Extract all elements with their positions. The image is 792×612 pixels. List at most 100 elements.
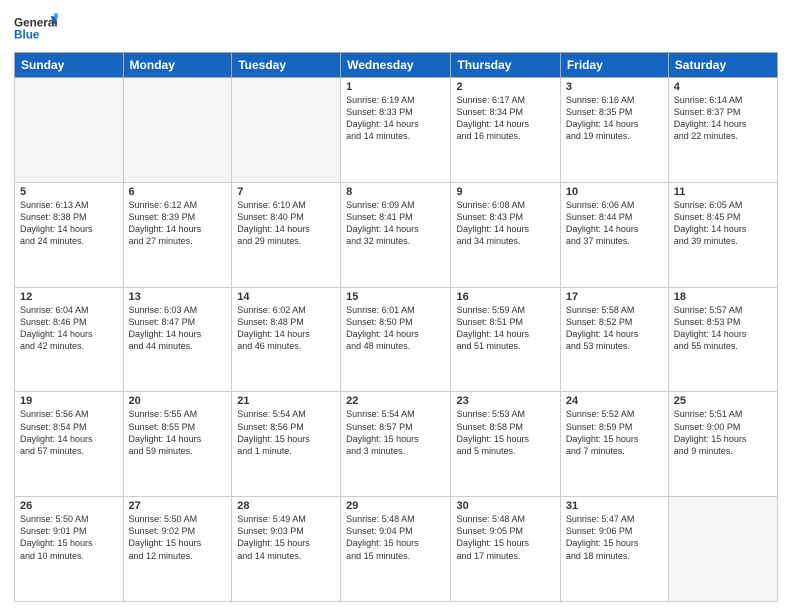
day-info: Sunrise: 5:53 AM Sunset: 8:58 PM Dayligh… [456,408,554,457]
day-info: Sunrise: 5:49 AM Sunset: 9:03 PM Dayligh… [237,513,335,562]
day-number: 14 [237,291,335,303]
weekday-tuesday: Tuesday [232,53,341,78]
calendar-cell: 8Sunrise: 6:09 AM Sunset: 8:41 PM Daylig… [341,182,451,287]
day-info: Sunrise: 5:55 AM Sunset: 8:55 PM Dayligh… [129,408,227,457]
day-info: Sunrise: 6:06 AM Sunset: 8:44 PM Dayligh… [566,199,663,248]
day-number: 22 [346,395,445,407]
day-info: Sunrise: 5:50 AM Sunset: 9:02 PM Dayligh… [129,513,227,562]
weekday-monday: Monday [123,53,232,78]
day-info: Sunrise: 6:16 AM Sunset: 8:35 PM Dayligh… [566,94,663,143]
calendar-cell: 17Sunrise: 5:58 AM Sunset: 8:52 PM Dayli… [560,287,668,392]
calendar-cell: 6Sunrise: 6:12 AM Sunset: 8:39 PM Daylig… [123,182,232,287]
day-info: Sunrise: 5:54 AM Sunset: 8:56 PM Dayligh… [237,408,335,457]
calendar-cell: 19Sunrise: 5:56 AM Sunset: 8:54 PM Dayli… [15,392,124,497]
calendar-cell: 23Sunrise: 5:53 AM Sunset: 8:58 PM Dayli… [451,392,560,497]
calendar-cell: 16Sunrise: 5:59 AM Sunset: 8:51 PM Dayli… [451,287,560,392]
calendar-cell: 21Sunrise: 5:54 AM Sunset: 8:56 PM Dayli… [232,392,341,497]
day-number: 30 [456,500,554,512]
day-info: Sunrise: 5:48 AM Sunset: 9:04 PM Dayligh… [346,513,445,562]
calendar-cell: 14Sunrise: 6:02 AM Sunset: 8:48 PM Dayli… [232,287,341,392]
day-number: 28 [237,500,335,512]
calendar-body: 1Sunrise: 6:19 AM Sunset: 8:33 PM Daylig… [15,78,778,602]
day-info: Sunrise: 6:05 AM Sunset: 8:45 PM Dayligh… [674,199,772,248]
calendar-cell: 15Sunrise: 6:01 AM Sunset: 8:50 PM Dayli… [341,287,451,392]
day-info: Sunrise: 5:47 AM Sunset: 9:06 PM Dayligh… [566,513,663,562]
day-number: 29 [346,500,445,512]
day-info: Sunrise: 5:51 AM Sunset: 9:00 PM Dayligh… [674,408,772,457]
calendar-cell: 1Sunrise: 6:19 AM Sunset: 8:33 PM Daylig… [341,78,451,183]
day-info: Sunrise: 5:52 AM Sunset: 8:59 PM Dayligh… [566,408,663,457]
day-info: Sunrise: 5:57 AM Sunset: 8:53 PM Dayligh… [674,304,772,353]
day-number: 3 [566,81,663,93]
calendar-cell [232,78,341,183]
day-info: Sunrise: 6:12 AM Sunset: 8:39 PM Dayligh… [129,199,227,248]
day-number: 25 [674,395,772,407]
week-row-3: 12Sunrise: 6:04 AM Sunset: 8:46 PM Dayli… [15,287,778,392]
day-number: 15 [346,291,445,303]
calendar-cell: 22Sunrise: 5:54 AM Sunset: 8:57 PM Dayli… [341,392,451,497]
day-info: Sunrise: 5:54 AM Sunset: 8:57 PM Dayligh… [346,408,445,457]
calendar-cell: 29Sunrise: 5:48 AM Sunset: 9:04 PM Dayli… [341,497,451,602]
calendar-cell: 27Sunrise: 5:50 AM Sunset: 9:02 PM Dayli… [123,497,232,602]
weekday-header-row: SundayMondayTuesdayWednesdayThursdayFrid… [15,53,778,78]
calendar-cell: 26Sunrise: 5:50 AM Sunset: 9:01 PM Dayli… [15,497,124,602]
calendar-cell: 2Sunrise: 6:17 AM Sunset: 8:34 PM Daylig… [451,78,560,183]
day-info: Sunrise: 6:14 AM Sunset: 8:37 PM Dayligh… [674,94,772,143]
day-info: Sunrise: 6:01 AM Sunset: 8:50 PM Dayligh… [346,304,445,353]
day-number: 10 [566,186,663,198]
day-number: 27 [129,500,227,512]
calendar-cell: 3Sunrise: 6:16 AM Sunset: 8:35 PM Daylig… [560,78,668,183]
day-info: Sunrise: 5:50 AM Sunset: 9:01 PM Dayligh… [20,513,118,562]
day-number: 31 [566,500,663,512]
svg-text:Blue: Blue [14,28,40,41]
day-number: 6 [129,186,227,198]
weekday-friday: Friday [560,53,668,78]
day-info: Sunrise: 6:08 AM Sunset: 8:43 PM Dayligh… [456,199,554,248]
day-number: 8 [346,186,445,198]
logo-icon: General Blue [14,10,58,46]
day-number: 18 [674,291,772,303]
calendar-cell: 11Sunrise: 6:05 AM Sunset: 8:45 PM Dayli… [668,182,777,287]
day-info: Sunrise: 5:58 AM Sunset: 8:52 PM Dayligh… [566,304,663,353]
day-number: 16 [456,291,554,303]
calendar-cell: 13Sunrise: 6:03 AM Sunset: 8:47 PM Dayli… [123,287,232,392]
day-info: Sunrise: 6:17 AM Sunset: 8:34 PM Dayligh… [456,94,554,143]
calendar-cell: 20Sunrise: 5:55 AM Sunset: 8:55 PM Dayli… [123,392,232,497]
week-row-2: 5Sunrise: 6:13 AM Sunset: 8:38 PM Daylig… [15,182,778,287]
day-info: Sunrise: 6:03 AM Sunset: 8:47 PM Dayligh… [129,304,227,353]
calendar-cell: 5Sunrise: 6:13 AM Sunset: 8:38 PM Daylig… [15,182,124,287]
calendar-cell: 24Sunrise: 5:52 AM Sunset: 8:59 PM Dayli… [560,392,668,497]
day-number: 2 [456,81,554,93]
day-number: 24 [566,395,663,407]
day-info: Sunrise: 6:10 AM Sunset: 8:40 PM Dayligh… [237,199,335,248]
day-info: Sunrise: 5:56 AM Sunset: 8:54 PM Dayligh… [20,408,118,457]
day-number: 20 [129,395,227,407]
day-info: Sunrise: 6:19 AM Sunset: 8:33 PM Dayligh… [346,94,445,143]
weekday-wednesday: Wednesday [341,53,451,78]
calendar-table: SundayMondayTuesdayWednesdayThursdayFrid… [14,52,778,602]
day-number: 4 [674,81,772,93]
day-number: 7 [237,186,335,198]
calendar-cell [668,497,777,602]
day-number: 17 [566,291,663,303]
calendar-cell: 7Sunrise: 6:10 AM Sunset: 8:40 PM Daylig… [232,182,341,287]
calendar-cell: 10Sunrise: 6:06 AM Sunset: 8:44 PM Dayli… [560,182,668,287]
day-info: Sunrise: 6:09 AM Sunset: 8:41 PM Dayligh… [346,199,445,248]
day-number: 1 [346,81,445,93]
weekday-thursday: Thursday [451,53,560,78]
day-number: 12 [20,291,118,303]
day-info: Sunrise: 6:13 AM Sunset: 8:38 PM Dayligh… [20,199,118,248]
header: General Blue [14,10,778,46]
day-number: 13 [129,291,227,303]
week-row-4: 19Sunrise: 5:56 AM Sunset: 8:54 PM Dayli… [15,392,778,497]
week-row-5: 26Sunrise: 5:50 AM Sunset: 9:01 PM Dayli… [15,497,778,602]
calendar-cell [123,78,232,183]
calendar-cell: 30Sunrise: 5:48 AM Sunset: 9:05 PM Dayli… [451,497,560,602]
calendar-cell [15,78,124,183]
day-number: 9 [456,186,554,198]
calendar-cell: 28Sunrise: 5:49 AM Sunset: 9:03 PM Dayli… [232,497,341,602]
calendar-cell: 12Sunrise: 6:04 AM Sunset: 8:46 PM Dayli… [15,287,124,392]
week-row-1: 1Sunrise: 6:19 AM Sunset: 8:33 PM Daylig… [15,78,778,183]
day-number: 11 [674,186,772,198]
logo: General Blue [14,10,58,46]
